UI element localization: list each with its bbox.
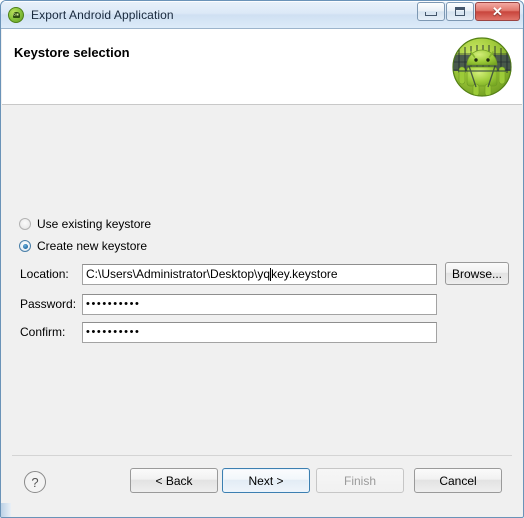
location-row: Location: C:\Users\Administrator\Desktop… — [2, 263, 522, 285]
dialog-footer: ? < Back Next > Finish Cancel — [2, 455, 522, 517]
title-bar[interactable]: Export Android Application ✕ — [1, 1, 523, 29]
android-keystore-image — [452, 37, 512, 97]
radio-use-existing-keystore[interactable]: Use existing keystore — [19, 217, 151, 231]
location-value-after-caret: key.keystore — [271, 267, 338, 281]
finish-button: Finish — [316, 468, 404, 493]
page-title: Keystore selection — [14, 45, 130, 60]
close-button[interactable]: ✕ — [475, 2, 520, 21]
location-value-before-caret: C:\Users\Administrator\Desktop\yq — [86, 267, 271, 281]
confirm-masked-value: •••••••••• — [86, 326, 141, 338]
back-button[interactable]: < Back — [130, 468, 218, 493]
export-android-application-dialog: Export Android Application ✕ Keystore se… — [0, 0, 524, 518]
minimize-button[interactable] — [417, 2, 445, 21]
radio-button-selected-icon[interactable] — [19, 240, 31, 252]
radio-button-icon[interactable] — [19, 218, 31, 230]
radio-use-existing-keystore-label: Use existing keystore — [37, 217, 152, 231]
confirm-row: Confirm: •••••••••• — [2, 321, 522, 343]
radio-create-new-keystore-label: Create new keystore — [37, 239, 148, 253]
window-title: Export Android Application — [31, 7, 174, 22]
wizard-header: Keystore selection — [2, 29, 522, 105]
minimize-icon — [425, 12, 437, 16]
android-icon — [8, 6, 24, 23]
help-icon[interactable]: ? — [24, 471, 46, 493]
close-icon: ✕ — [492, 4, 503, 19]
location-input[interactable]: C:\Users\Administrator\Desktop\yq key.key… — [82, 263, 437, 285]
location-label: Location: — [20, 267, 69, 281]
browse-button[interactable]: Browse... — [445, 262, 509, 285]
radio-create-new-keystore[interactable]: Create new keystore — [19, 239, 147, 253]
password-row: Password: •••••••••• — [2, 293, 522, 315]
next-button[interactable]: Next > — [222, 468, 310, 493]
confirm-input[interactable]: •••••••••• — [82, 321, 437, 343]
confirm-label: Confirm: — [20, 325, 66, 339]
content-area: Use existing keystore Create new keystor… — [2, 105, 522, 455]
text-caret — [270, 267, 272, 281]
footer-separator — [12, 455, 512, 456]
maximize-icon — [455, 7, 465, 16]
password-input[interactable]: •••••••••• — [82, 293, 437, 315]
maximize-button[interactable] — [446, 2, 474, 21]
password-masked-value: •••••••••• — [86, 298, 141, 310]
window-controls: ✕ — [417, 2, 520, 21]
cancel-button[interactable]: Cancel — [414, 468, 502, 493]
password-label: Password: — [20, 297, 77, 311]
